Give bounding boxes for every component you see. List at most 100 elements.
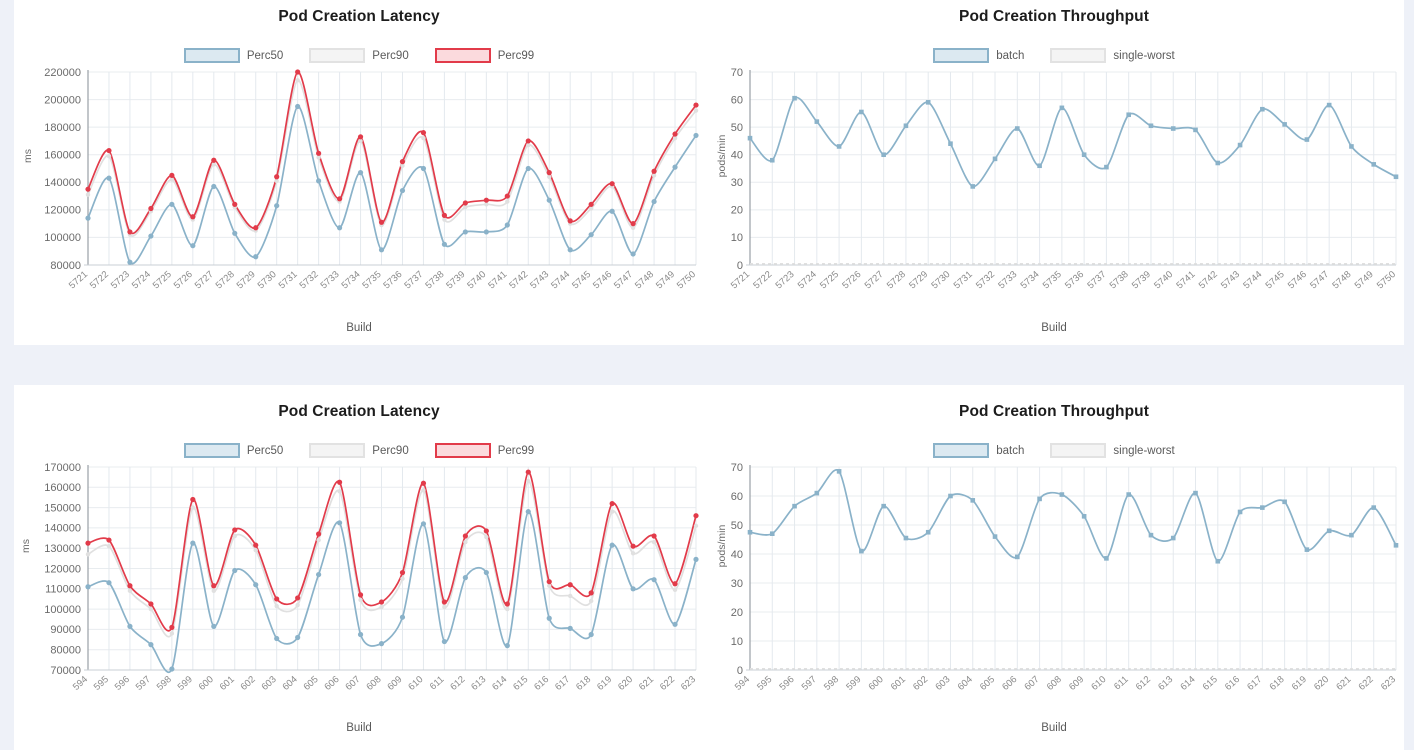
svg-text:611: 611 [428, 674, 447, 692]
chart-legend: Perc50 Perc90 Perc99 [14, 443, 704, 458]
legend-item-perc50[interactable]: Perc50 [183, 443, 284, 458]
svg-text:603: 603 [933, 674, 952, 693]
chart-title: Pod Creation Throughput [959, 8, 1149, 25]
svg-text:616: 616 [532, 674, 551, 693]
svg-text:600: 600 [867, 674, 886, 693]
svg-text:606: 606 [322, 674, 341, 693]
svg-text:140000: 140000 [44, 177, 81, 189]
svg-text:5747: 5747 [612, 269, 635, 291]
svg-text:5747: 5747 [1308, 269, 1331, 291]
svg-text:604: 604 [281, 674, 300, 693]
svg-text:170000: 170000 [44, 462, 81, 474]
svg-text:5732: 5732 [974, 269, 997, 291]
svg-text:602: 602 [911, 674, 930, 693]
svg-text:601: 601 [889, 674, 908, 693]
dashboard-root: Pod Creation Latency Perc50 Perc90 Perc9… [0, 0, 1414, 750]
svg-text:613: 613 [1156, 674, 1175, 693]
svg-text:5721: 5721 [729, 269, 752, 291]
svg-text:615: 615 [1201, 674, 1220, 693]
svg-text:608: 608 [1045, 674, 1064, 693]
svg-text:620: 620 [616, 674, 635, 693]
svg-text:5733: 5733 [996, 269, 1019, 291]
svg-text:5750: 5750 [675, 269, 698, 291]
svg-text:40: 40 [731, 150, 743, 162]
legend-label-perc50: Perc50 [246, 444, 284, 457]
svg-text:180000: 180000 [44, 122, 81, 134]
legend-label-batch: batch [996, 49, 1025, 62]
legend-item-perc90[interactable]: Perc90 [309, 48, 409, 63]
svg-text:5734: 5734 [339, 269, 362, 291]
svg-text:5730: 5730 [929, 269, 952, 291]
svg-text:20: 20 [731, 205, 743, 217]
svg-text:5738: 5738 [423, 269, 446, 291]
svg-text:5722: 5722 [88, 269, 111, 291]
legend-item-perc50[interactable]: Perc50 [183, 48, 284, 63]
svg-text:130000: 130000 [44, 543, 81, 555]
svg-text:613: 613 [469, 674, 488, 693]
svg-text:617: 617 [553, 674, 572, 693]
svg-text:612: 612 [448, 674, 467, 693]
legend-item-single-worst[interactable]: single-worst [1050, 443, 1175, 458]
svg-text:5750: 5750 [1375, 269, 1398, 291]
svg-text:610: 610 [406, 674, 425, 693]
svg-text:150000: 150000 [44, 502, 81, 514]
chart-legend: batch single-worst [704, 443, 1404, 458]
svg-text:5732: 5732 [298, 269, 321, 291]
svg-text:5724: 5724 [796, 269, 819, 291]
svg-text:596: 596 [777, 674, 796, 693]
svg-text:5744: 5744 [1241, 269, 1264, 291]
legend-item-single-worst[interactable]: single-worst [1050, 48, 1175, 63]
svg-text:5723: 5723 [109, 269, 132, 291]
plot-svg: 70000 80000 90000 100000 110000 120000 130000 1… [44, 462, 699, 693]
legend-item-perc99[interactable]: Perc99 [434, 48, 534, 63]
svg-text:5741: 5741 [1174, 269, 1197, 291]
svg-text:611: 611 [1112, 674, 1131, 692]
plot-svg: 0102030405060705721 5722 5723 5724 5725 5726 5… [729, 67, 1399, 291]
svg-text:597: 597 [134, 674, 153, 693]
svg-text:607: 607 [1022, 674, 1041, 693]
svg-text:5746: 5746 [591, 269, 614, 291]
svg-text:50: 50 [731, 520, 743, 532]
svg-text:5733: 5733 [319, 269, 342, 291]
svg-text:60: 60 [731, 94, 743, 106]
svg-text:5748: 5748 [633, 269, 656, 291]
svg-text:5748: 5748 [1330, 269, 1353, 291]
svg-text:5742: 5742 [1197, 269, 1220, 291]
svg-text:602: 602 [239, 674, 258, 693]
svg-text:5724: 5724 [130, 269, 153, 291]
legend-item-perc90[interactable]: Perc90 [309, 443, 409, 458]
svg-text:5739: 5739 [444, 269, 467, 291]
svg-text:220000: 220000 [44, 67, 81, 79]
plot-area: 80000 100000 120000 140000 160000 180000 20000… [14, 66, 704, 321]
svg-text:5731: 5731 [277, 269, 300, 291]
svg-text:160000: 160000 [44, 150, 81, 162]
svg-text:5725: 5725 [818, 269, 841, 291]
svg-text:5736: 5736 [381, 269, 404, 291]
svg-text:90000: 90000 [50, 624, 81, 636]
svg-text:120000: 120000 [44, 563, 81, 575]
panel-left-gutter [0, 0, 14, 345]
svg-text:619: 619 [595, 674, 614, 693]
svg-text:595: 595 [92, 674, 111, 693]
legend-label-perc50: Perc50 [246, 49, 284, 62]
svg-text:0: 0 [737, 665, 743, 677]
svg-text:10: 10 [731, 636, 743, 648]
svg-text:607: 607 [343, 674, 362, 693]
svg-text:609: 609 [385, 674, 404, 693]
legend-item-batch[interactable]: batch [933, 48, 1024, 63]
svg-text:609: 609 [1067, 674, 1086, 693]
legend-item-perc99[interactable]: Perc99 [434, 443, 534, 458]
svg-text:5722: 5722 [751, 269, 774, 291]
svg-text:5746: 5746 [1286, 269, 1309, 291]
plot-area: 70000 80000 90000 100000 110000 120000 130000 1… [14, 461, 704, 726]
legend-swatch-perc99 [434, 48, 491, 63]
svg-text:70000: 70000 [50, 665, 81, 677]
svg-text:598: 598 [822, 674, 841, 693]
legend-swatch-perc90 [309, 443, 366, 458]
svg-text:608: 608 [364, 674, 383, 693]
legend-swatch-perc99 [434, 443, 491, 458]
legend-item-batch[interactable]: batch [933, 443, 1024, 458]
svg-text:30: 30 [731, 578, 743, 590]
svg-text:5745: 5745 [1264, 269, 1287, 291]
svg-text:604: 604 [956, 674, 975, 693]
